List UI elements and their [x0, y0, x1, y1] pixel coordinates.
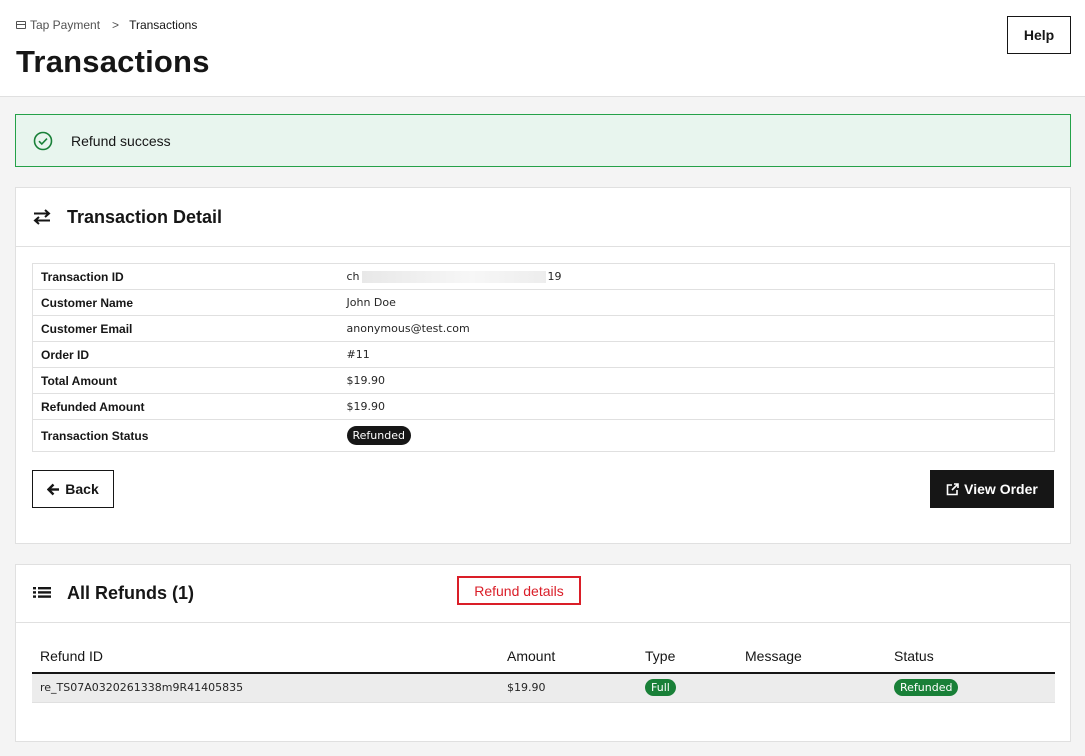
arrow-left-icon [47, 483, 60, 495]
card-header: Transaction Detail [16, 188, 1070, 247]
breadcrumb-separator: > [112, 18, 120, 32]
type-badge: Full [645, 679, 676, 697]
breadcrumb: Tap Payment > Transactions [16, 18, 197, 32]
transaction-detail-card: Transaction Detail Transaction ID ch 19 C… [15, 187, 1071, 544]
row-label: Transaction Status [41, 428, 149, 443]
card-icon [16, 21, 26, 29]
column-header-type: Type [637, 639, 737, 674]
refund-id-cell: re_TS07A0320261338m9R41405835 [32, 673, 499, 703]
row-value: anonymous@test.com [338, 315, 1055, 342]
table-row: Refunded Amount $19.90 [32, 393, 1055, 420]
table-row: Transaction Status Refunded [33, 420, 1055, 452]
transaction-id-prefix: ch [346, 270, 360, 283]
page-header: Tap Payment > Transactions Transactions … [0, 0, 1085, 97]
refund-amount-cell: $19.90 [499, 673, 637, 703]
view-order-button[interactable]: View Order [930, 470, 1054, 508]
column-header-message: Message [737, 639, 886, 674]
column-header-amount: Amount [499, 639, 637, 674]
row-value: $19.90 [338, 367, 1055, 394]
status-cell: Refunded [339, 420, 1055, 452]
row-value: John Doe [338, 289, 1055, 316]
arrows-exchange-icon [33, 209, 51, 225]
row-label: Transaction ID [32, 263, 339, 290]
table-row: Total Amount $19.90 [32, 367, 1055, 394]
row-value: $19.90 [338, 393, 1055, 420]
row-label: Total Amount [32, 367, 339, 394]
back-label: Back [65, 481, 99, 497]
column-header-status: Status [886, 639, 1055, 674]
refund-status-cell: Refunded [886, 673, 1055, 703]
card-header: All Refunds (1) Refund details [16, 565, 1070, 623]
table-row: Transaction ID ch 19 [32, 263, 1055, 290]
external-link-icon [946, 482, 959, 495]
status-badge: Refunded [894, 679, 959, 697]
row-label: Order ID [32, 341, 339, 368]
refund-message-cell [737, 673, 886, 703]
list-icon [33, 586, 51, 598]
refund-details-annotation: Refund details [457, 576, 581, 605]
row-value: #11 [338, 341, 1055, 368]
row-label: Customer Email [32, 315, 339, 342]
refunds-card: All Refunds (1) Refund details Refund ID… [15, 564, 1071, 742]
table-row: Customer Email anonymous@test.com [32, 315, 1055, 342]
table-row: Order ID #11 [32, 341, 1055, 368]
back-button[interactable]: Back [32, 470, 114, 508]
column-header-refund-id: Refund ID [32, 639, 499, 674]
card-title: Transaction Detail [67, 206, 223, 227]
card-title: All Refunds (1) [67, 583, 195, 603]
row-label: Refunded Amount [32, 393, 339, 420]
row-label: Customer Name [32, 289, 339, 316]
refund-type-cell: Full [637, 673, 737, 703]
status-badge: Refunded [346, 426, 411, 445]
transaction-id-suffix: 19 [547, 270, 562, 283]
view-order-label: View Order [964, 481, 1038, 497]
transaction-detail-table: Transaction ID ch 19 Customer Name John D… [32, 263, 1055, 452]
table-header-row: Refund ID Amount Type Message Status [32, 639, 1055, 674]
page-title: Transactions [16, 44, 210, 79]
redacted-block [361, 271, 546, 283]
transaction-id-value: ch 19 [338, 263, 1055, 290]
breadcrumb-root[interactable]: Tap Payment [30, 18, 100, 32]
checkmark-circle-icon [33, 131, 53, 150]
table-row: Customer Name John Doe [32, 289, 1055, 316]
alert-message: Refund success [71, 132, 171, 149]
breadcrumb-current: Transactions [129, 18, 198, 32]
table-row: re_TS07A0320261338m9R41405835 $19.90 Ful… [32, 673, 1055, 703]
refunds-table: Refund ID Amount Type Message Status re_… [32, 639, 1055, 703]
success-alert: Refund success [15, 114, 1071, 167]
help-button[interactable]: Help [1007, 16, 1071, 54]
